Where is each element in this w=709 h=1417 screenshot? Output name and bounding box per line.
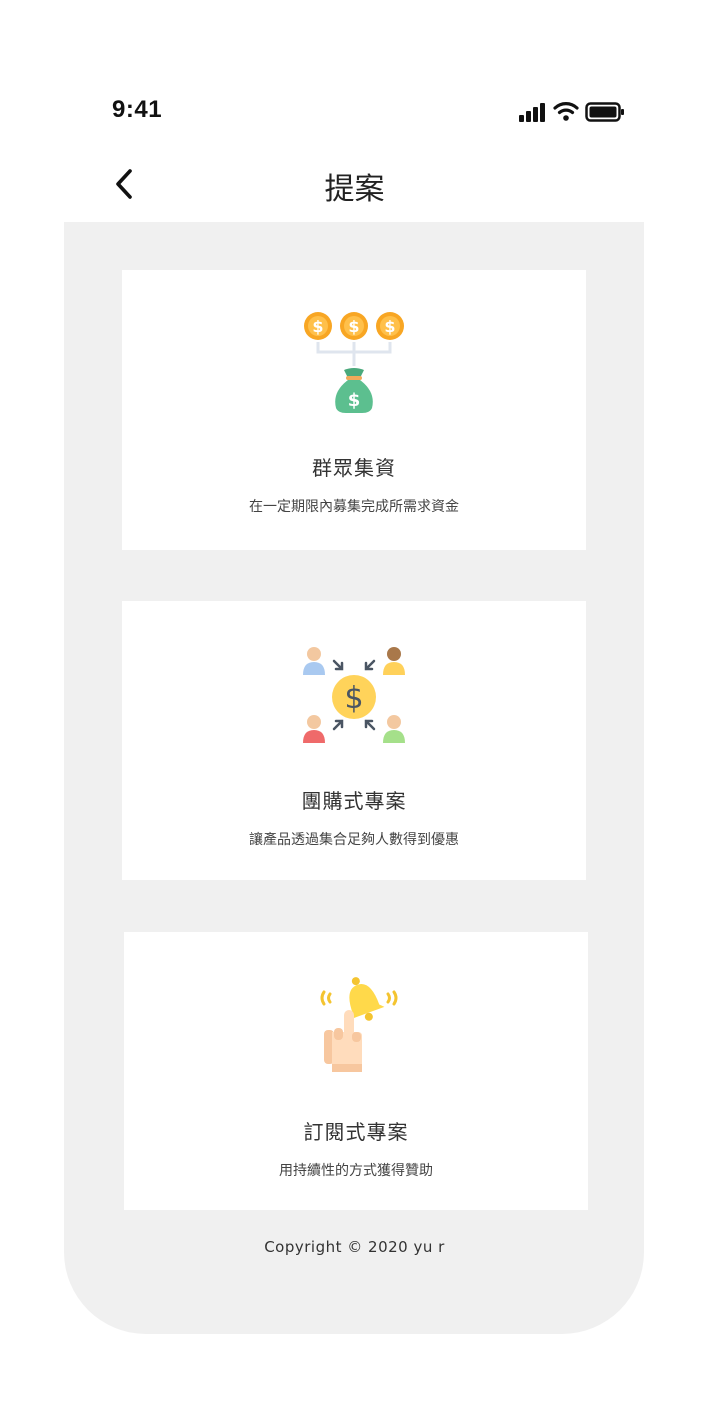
svg-text:$: $ bbox=[384, 317, 395, 336]
card-title: 訂閱式專案 bbox=[303, 1120, 409, 1144]
card-crowdfunding[interactable]: $ $ $ $ 群眾集資 在一定期限內募集完成所需求資金 bbox=[122, 270, 586, 550]
card-title: 團購式專案 bbox=[301, 789, 407, 813]
card-description: 用持續性的方式獲得贊助 bbox=[279, 1163, 433, 1179]
svg-text:$: $ bbox=[344, 681, 363, 716]
page-title: 提案 bbox=[324, 172, 385, 207]
card-group-buy[interactable]: $ 團購式專案 讓產品透過集合足夠人數得到優惠 bbox=[122, 601, 586, 880]
signal-icon bbox=[519, 102, 547, 126]
card-description: 在一定期限內募集完成所需求資金 bbox=[249, 499, 459, 515]
svg-text:$: $ bbox=[312, 317, 323, 336]
card-title: 群眾集資 bbox=[312, 456, 396, 480]
wifi-icon bbox=[553, 100, 579, 126]
status-time: 9:41 bbox=[112, 96, 163, 123]
svg-text:$: $ bbox=[348, 390, 361, 411]
battery-icon bbox=[585, 102, 625, 126]
status-icons bbox=[519, 100, 627, 126]
group-buy-icon: $ bbox=[302, 645, 406, 749]
card-description: 讓產品透過集合足夠人數得到優惠 bbox=[249, 832, 459, 848]
copyright-text: Copyright © 2020 yu r bbox=[264, 1238, 445, 1256]
status-bar: 9:41 bbox=[0, 0, 709, 150]
money-bag-icon: $ $ $ $ bbox=[302, 310, 406, 418]
card-subscription[interactable]: 訂閱式專案 用持續性的方式獲得贊助 bbox=[124, 932, 588, 1210]
bell-pointer-icon bbox=[314, 974, 404, 1078]
svg-text:$: $ bbox=[348, 317, 359, 336]
nav-bar: 提案 bbox=[0, 150, 709, 222]
